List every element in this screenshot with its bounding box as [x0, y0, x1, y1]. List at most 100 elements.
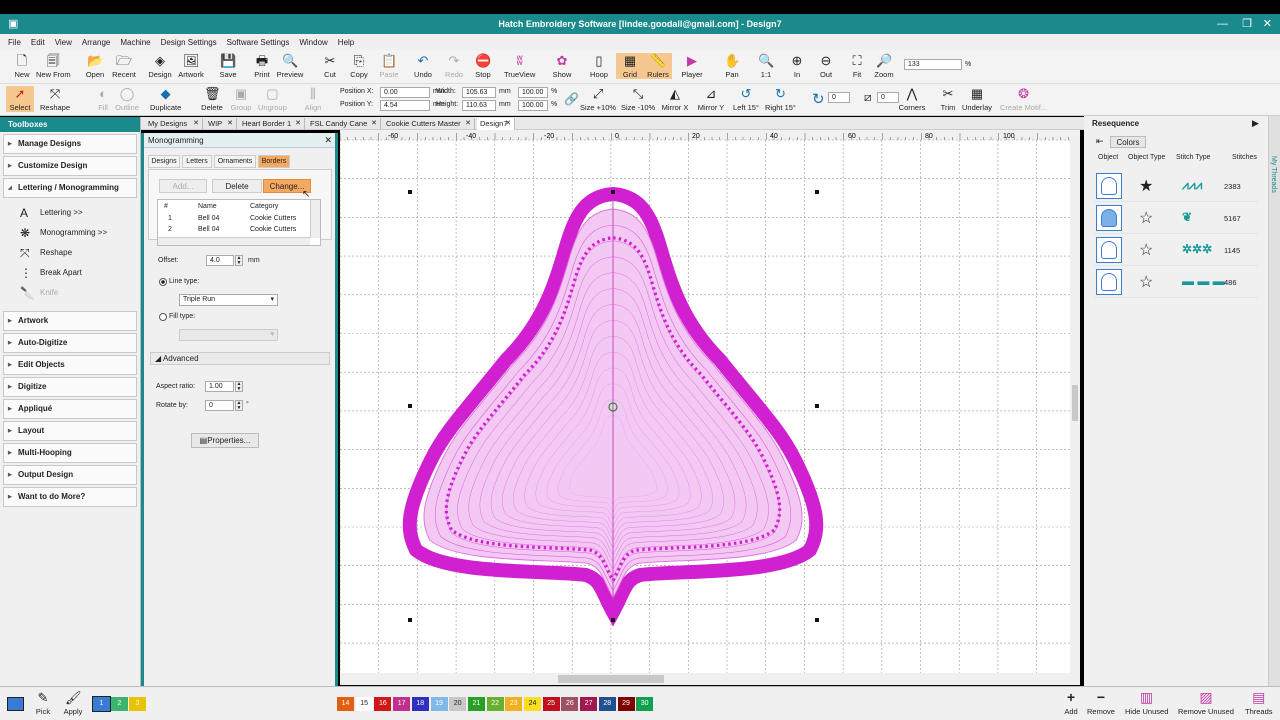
toolbar-hoop-button[interactable]: ▯ Hoop: [585, 53, 613, 79]
doc-tab-fsl-candy-cane[interactable]: FSL Candy Cane ✕: [307, 118, 381, 130]
resequence-row[interactable]: ☆ ✲✲✲ 1145: [1094, 234, 1258, 266]
toolbar-rulers-button[interactable]: 📏 Rulers: [644, 53, 672, 79]
toolbox-appliqu-[interactable]: Appliqué: [3, 399, 137, 419]
selection-handle[interactable]: [815, 190, 819, 194]
tab-close-icon[interactable]: ✕: [505, 118, 511, 129]
rotate-spinner[interactable]: ▲ ▼: [235, 400, 243, 411]
line-type-radio[interactable]: [159, 278, 167, 286]
tab-letters[interactable]: Letters: [182, 155, 212, 168]
selection-handle[interactable]: [611, 190, 615, 194]
remove-unused-button[interactable]: ▨ Remove Unused: [1178, 690, 1234, 717]
lock-proportions-icon[interactable]: 🔗: [564, 92, 579, 106]
height-field[interactable]: 110.63: [462, 100, 496, 111]
toolbar-zoom-button[interactable]: 🔎 Zoom: [870, 53, 898, 79]
toolbox-item-lettering-[interactable]: A Lettering >>: [0, 203, 140, 223]
doc-tab-heart-border-1[interactable]: Heart Border 1 ✕: [239, 118, 305, 130]
zoom-field[interactable]: 133: [904, 59, 962, 70]
color-swatch[interactable]: 29: [617, 697, 635, 711]
width-percent-field[interactable]: 100.00: [518, 87, 548, 98]
tab-borders[interactable]: Borders: [258, 155, 290, 168]
toolbar-align-button[interactable]: ⫼ Align: [299, 86, 327, 112]
color-swatch[interactable]: 22: [486, 697, 504, 711]
toolbar-undo-button[interactable]: ↶ Undo: [409, 53, 437, 79]
color-swatch[interactable]: 23: [505, 697, 523, 711]
hscroll-thumb[interactable]: [558, 675, 664, 683]
color-swatch[interactable]: 16: [374, 697, 392, 711]
aspect-spinner[interactable]: ▲ ▼: [235, 381, 243, 392]
selection-handle[interactable]: [408, 404, 412, 408]
toolbar-corners-button[interactable]: ⋀ Corners: [898, 86, 926, 112]
advanced-section[interactable]: ◢ Advanced: [150, 352, 330, 365]
menu-machine[interactable]: Machine: [120, 38, 150, 47]
menu-software-settings[interactable]: Software Settings: [227, 38, 290, 47]
tab-close-icon[interactable]: ✕: [465, 118, 471, 129]
toolbar-delete-button[interactable]: 🗑 Delete: [198, 86, 226, 112]
toolbar-1-1-button[interactable]: 🔍 1:1: [752, 53, 780, 79]
doc-tab-design7[interactable]: Design7 ✕: [477, 118, 515, 130]
menu-arrange[interactable]: Arrange: [82, 38, 110, 47]
table-vscrollbar[interactable]: [310, 200, 320, 238]
color-swatch[interactable]: 28: [598, 697, 616, 711]
delete-button[interactable]: Delete: [212, 179, 262, 193]
toolbox-item-monogramming-[interactable]: ❋ Monogramming >>: [0, 223, 140, 243]
toolbar-player-button[interactable]: ▶ Player: [678, 53, 706, 79]
toolbox-auto-digitize[interactable]: Auto-Digitize: [3, 333, 137, 353]
toolbar-reshape-button[interactable]: ⤧ Reshape: [40, 86, 70, 112]
color-swatch[interactable]: 21: [467, 697, 485, 711]
toolbar-recent-button[interactable]: 🗁 Recent: [110, 53, 138, 79]
menu-file[interactable]: File: [8, 38, 21, 47]
toolbox-item-reshape[interactable]: ⤧ Reshape: [0, 243, 140, 263]
toolbar-size-10--button[interactable]: ⤢ Size +10%: [580, 86, 616, 112]
toolbar-design-button[interactable]: ◈ Design: [146, 53, 174, 79]
toolbox-customize-design[interactable]: Customize Design: [3, 156, 137, 176]
color-swatch[interactable]: 15: [355, 697, 373, 711]
toolbar-out-button[interactable]: ⊖ Out: [812, 53, 840, 79]
fill-type-radio[interactable]: [159, 313, 167, 321]
width-field[interactable]: 105.63: [462, 87, 496, 98]
tab-close-icon[interactable]: ✕: [227, 118, 233, 129]
height-percent-field[interactable]: 100.00: [518, 100, 548, 111]
selection-handle[interactable]: [815, 618, 819, 622]
toolbox-multi-hooping[interactable]: Multi-Hooping: [3, 443, 137, 463]
toolbar-save-button[interactable]: 💾 Save: [214, 53, 242, 79]
color-swatch[interactable]: 20: [449, 697, 467, 711]
toolbar-underlay-button[interactable]: ▦ Underlay: [962, 86, 992, 112]
table-row[interactable]: 2 Bell 04 Cookie Cutters: [158, 225, 308, 236]
toolbar-open-button[interactable]: 📂 Open: [81, 53, 109, 79]
borders-table[interactable]: # Name Category 1 Bell 04 Cookie Cutters 2 Bell…: [157, 199, 321, 246]
slant-icon[interactable]: ⧄: [864, 90, 872, 105]
toolbox-layout[interactable]: Layout: [3, 421, 137, 441]
toolbar-left-15--button[interactable]: ↺ Left 15°: [732, 86, 760, 112]
toolbar-copy-button[interactable]: ⎘ Copy: [345, 53, 373, 79]
color-swatch[interactable]: 25: [542, 697, 560, 711]
color-swatch[interactable]: 18: [411, 697, 429, 711]
expand-icon[interactable]: ⇤: [1096, 136, 1104, 147]
color-swatch[interactable]: 3: [129, 697, 146, 711]
maximize-icon[interactable]: ❐: [1242, 14, 1252, 34]
toolbar-trueview-button[interactable]: ʬ TrueView: [504, 53, 535, 79]
toolbar-new-from-button[interactable]: 🗐 New From: [36, 53, 71, 79]
threads-button[interactable]: ▤ Threads: [1245, 690, 1273, 717]
color-swatch[interactable]: 27: [580, 697, 598, 711]
line-type-select[interactable]: Triple Run ▾: [179, 294, 278, 306]
vscroll-thumb[interactable]: [1072, 385, 1078, 421]
slant-field[interactable]: 0: [877, 92, 899, 103]
properties-button[interactable]: ▤Properties...: [191, 433, 259, 448]
rotate-field[interactable]: 0: [828, 92, 850, 103]
toolbar-select-button[interactable]: ➚ Select: [6, 86, 34, 112]
remove-button[interactable]: − Remove: [1087, 690, 1115, 717]
selection-handle[interactable]: [611, 618, 615, 622]
menu-edit[interactable]: Edit: [31, 38, 45, 47]
tab-close-icon[interactable]: ✕: [295, 118, 301, 129]
toolbox-digitize[interactable]: Digitize: [3, 377, 137, 397]
hide-unused-button[interactable]: ▥ Hide Unused: [1125, 690, 1168, 717]
close-icon[interactable]: ✕: [1263, 14, 1272, 34]
aspect-ratio-field[interactable]: 1.00: [205, 381, 234, 392]
toolbar-preview-button[interactable]: 🔍 Preview: [276, 53, 304, 79]
my-threads-sidetab[interactable]: My Threads: [1268, 116, 1280, 720]
menu-help[interactable]: Help: [338, 38, 354, 47]
toolbox-artwork[interactable]: Artwork: [3, 311, 137, 331]
color-swatch[interactable]: 19: [430, 697, 448, 711]
rotate-by-field[interactable]: 0: [205, 400, 234, 411]
colors-button[interactable]: Colors: [1110, 136, 1146, 148]
